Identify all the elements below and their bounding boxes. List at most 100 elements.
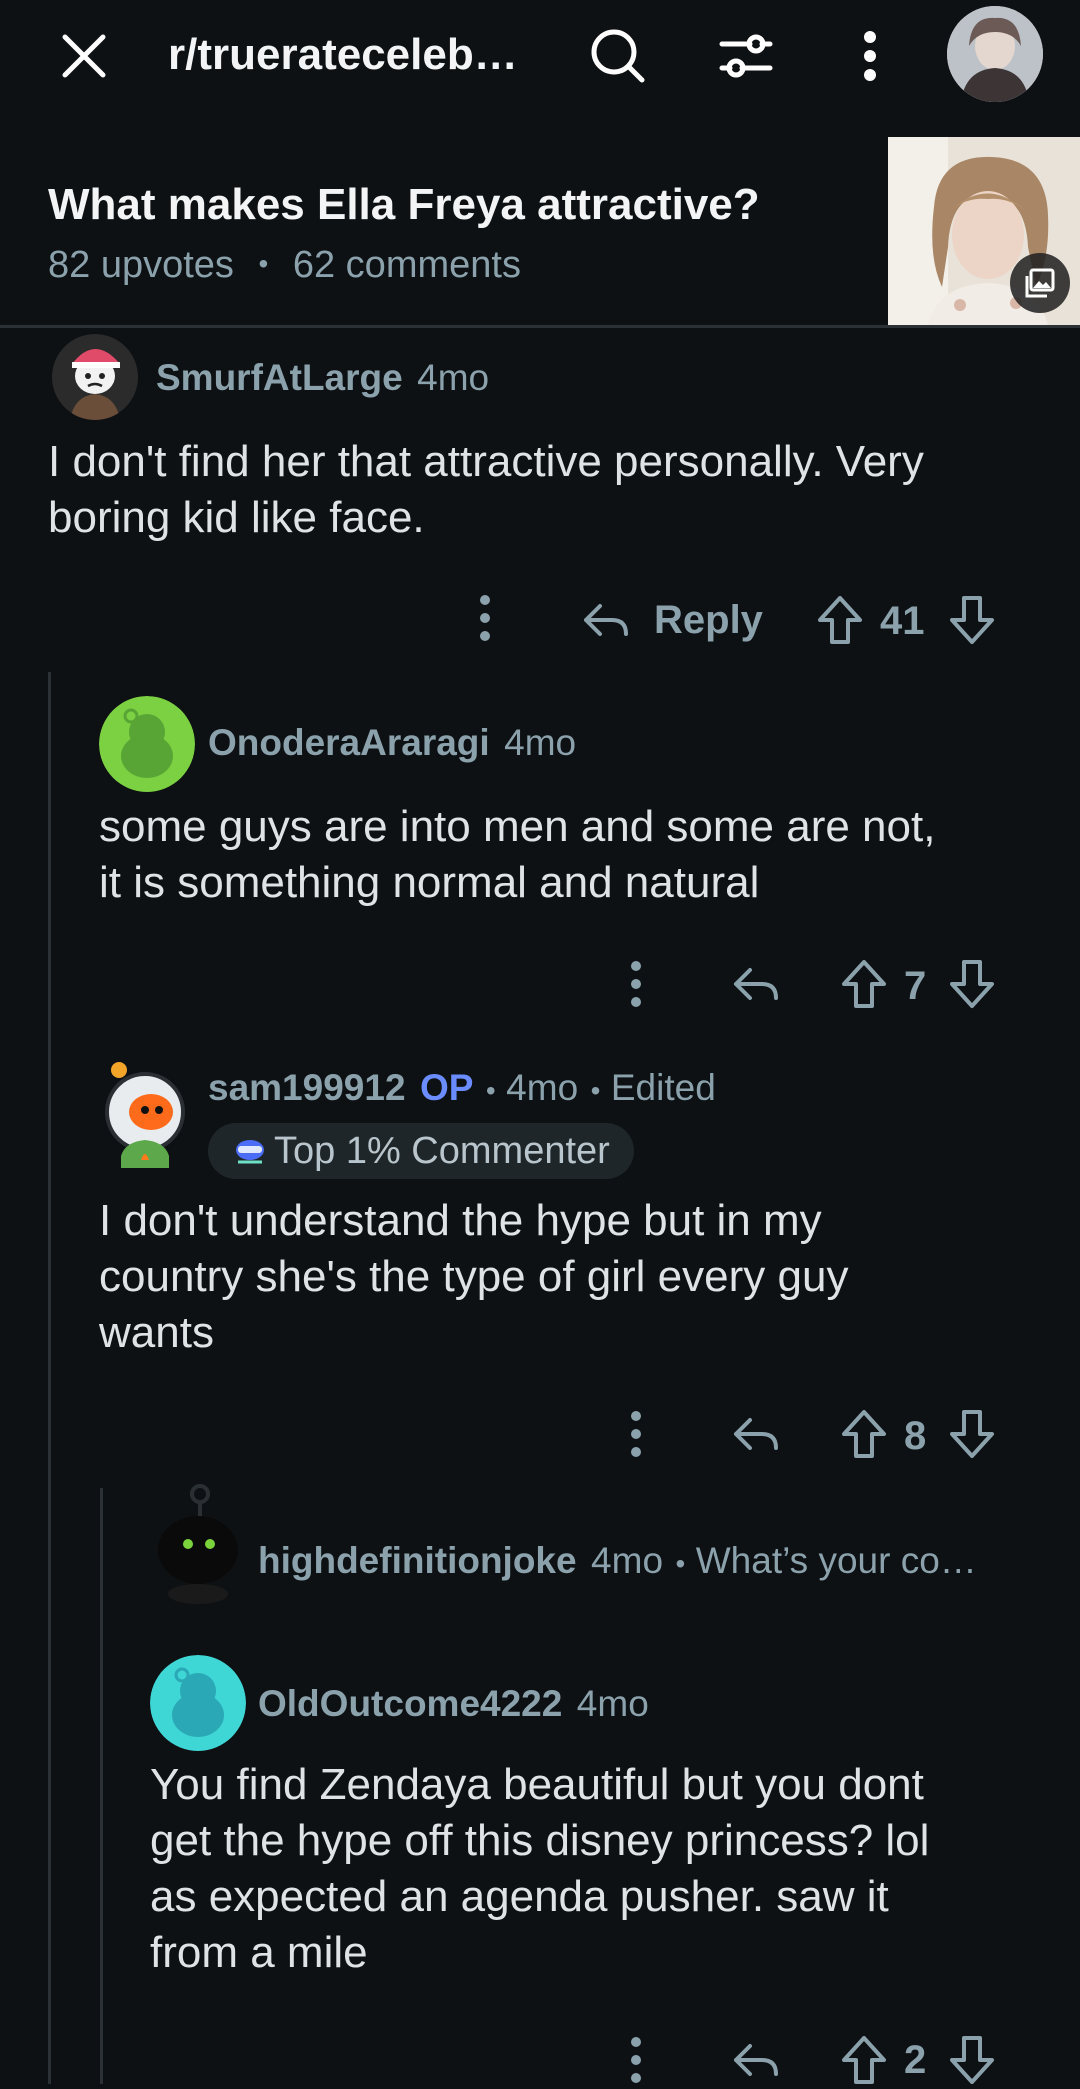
downvote-icon <box>950 2036 994 2084</box>
comment-body-line: as expected an agenda pusher. saw it <box>150 1872 889 1921</box>
more-vertical-icon <box>631 2037 641 2083</box>
reply-button[interactable]: Reply <box>582 592 763 648</box>
comment-body-line: it is something normal and natural <box>99 858 760 907</box>
edited-label: Edited <box>610 1067 716 1108</box>
sort-filter-button[interactable] <box>712 22 780 90</box>
vote-score: 7 <box>904 964 927 1008</box>
comment-body-line: get the hype off this disney princess? l… <box>150 1816 930 1865</box>
comment-more-button[interactable] <box>621 958 651 1010</box>
comment-body-line: country she's the type of girl every guy <box>99 1252 849 1301</box>
comment-body: You find Zendaya beautiful but you dont … <box>150 1757 1060 1981</box>
meta-separator: • <box>485 1075 496 1106</box>
comment-more-button[interactable] <box>470 592 500 644</box>
reply-icon <box>734 968 778 1000</box>
comment-age: 4mo <box>504 722 577 763</box>
more-options-button[interactable] <box>850 22 890 90</box>
comment-age: 4mo <box>591 1540 664 1581</box>
comment-age: 4mo <box>506 1067 579 1108</box>
flair-text: Top 1% Commenter <box>274 1129 610 1172</box>
upvote-button[interactable] <box>840 1406 888 1462</box>
meta-separator: • <box>675 1548 686 1579</box>
comment-avatar[interactable] <box>99 1060 191 1168</box>
collapsed-preview: What’s your co… <box>695 1540 977 1581</box>
comment-body-line: wants <box>99 1308 214 1357</box>
comment-body: I don't understand the hype but in my co… <box>99 1193 1059 1361</box>
upvote-count: 82 upvotes <box>48 244 234 286</box>
reply-icon <box>734 2044 778 2076</box>
upvote-icon <box>818 596 862 644</box>
downvote-icon <box>950 1410 994 1458</box>
reply-button[interactable] <box>732 2036 780 2084</box>
more-vertical-icon <box>480 595 490 641</box>
comment-avatar[interactable] <box>152 1484 244 1604</box>
subreddit-name[interactable]: r/truerateceleb… <box>168 30 518 80</box>
collapsed-comment-header[interactable]: highdefinitionjoke 4mo • What’s your co… <box>258 1540 977 1582</box>
post-meta: 82 upvotes • 62 comments <box>48 244 521 287</box>
search-button[interactable] <box>584 22 652 90</box>
close-icon <box>62 34 106 78</box>
comment-avatar[interactable] <box>99 696 195 792</box>
upvote-button[interactable] <box>840 956 888 1012</box>
thread-line-level-2 <box>100 1488 103 2084</box>
upvote-button[interactable] <box>816 592 864 648</box>
reply-icon <box>734 1418 778 1450</box>
upvote-icon <box>842 960 886 1008</box>
post-title[interactable]: What makes Ella Freya attractive? <box>48 180 760 230</box>
comment-body-line: from a mile <box>150 1928 368 1977</box>
reply-button[interactable] <box>732 960 780 1008</box>
reply-label: Reply <box>654 597 763 642</box>
comment-username[interactable]: sam199912 <box>208 1067 406 1108</box>
upvote-icon <box>842 1410 886 1458</box>
thread-line-level-1 <box>48 672 51 2084</box>
comment-body: I don't find her that attractive persona… <box>48 434 1058 546</box>
comment-body-line: I don't find her that attractive persona… <box>48 437 924 486</box>
vote-score: 8 <box>904 1414 927 1458</box>
comment-username[interactable]: SmurfAtLarge <box>156 357 403 398</box>
vote-score: 2 <box>904 2038 927 2082</box>
downvote-icon <box>950 596 994 644</box>
reply-button[interactable] <box>732 1410 780 1458</box>
meta-separator: • <box>590 1075 601 1106</box>
upvote-button[interactable] <box>840 2032 888 2084</box>
downvote-button[interactable] <box>948 956 996 1012</box>
comment-username[interactable]: OldOutcome4222 <box>258 1683 562 1724</box>
header-divider <box>0 325 1080 328</box>
filter-icon <box>719 34 773 78</box>
reply-icon <box>584 604 628 636</box>
gallery-icon <box>1025 268 1055 298</box>
more-vertical-icon <box>631 961 641 1007</box>
comment-header: OldOutcome4222 4mo <box>258 1683 649 1725</box>
gallery-badge <box>1010 253 1070 313</box>
comment-age: 4mo <box>417 357 490 398</box>
comment-body-line: some guys are into men and some are not, <box>99 802 936 851</box>
comment-more-button[interactable] <box>621 1408 651 1460</box>
comment-body: some guys are into men and some are not,… <box>99 799 1059 911</box>
comment-header: SmurfAtLarge 4mo <box>156 357 489 399</box>
comment-username[interactable]: highdefinitionjoke <box>258 1540 577 1581</box>
post-thumbnail[interactable] <box>888 137 1080 325</box>
downvote-icon <box>950 960 994 1008</box>
comment-avatar[interactable] <box>52 334 138 420</box>
comment-header: OnoderaAraragi 4mo <box>208 722 576 764</box>
comment-avatar[interactable] <box>150 1655 246 1751</box>
comment-body-line: I don't understand the hype but in my <box>99 1196 822 1245</box>
comment-more-button[interactable] <box>621 2034 651 2084</box>
downvote-button[interactable] <box>948 592 996 648</box>
comment-username[interactable]: OnoderaAraragi <box>208 722 490 763</box>
vote-score: 41 <box>880 599 925 643</box>
downvote-button[interactable] <box>948 2032 996 2084</box>
search-icon <box>591 29 645 83</box>
comment-count: 62 comments <box>292 244 521 286</box>
comment-body-line: You find Zendaya beautiful but you dont <box>150 1760 924 1809</box>
downvote-button[interactable] <box>948 1406 996 1462</box>
comment-header: sam199912 OP • 4mo • Edited <box>208 1067 716 1109</box>
meta-separator: • <box>258 248 269 279</box>
close-button[interactable] <box>50 28 118 84</box>
top-bar: r/truerateceleb… <box>0 0 1080 110</box>
user-avatar[interactable] <box>947 6 1043 102</box>
more-vertical-icon <box>864 31 876 81</box>
op-badge: OP <box>419 1067 474 1108</box>
comment-body-line: boring kid like face. <box>48 493 425 542</box>
flair-icon <box>236 1140 264 1164</box>
comment-age: 4mo <box>576 1683 649 1724</box>
